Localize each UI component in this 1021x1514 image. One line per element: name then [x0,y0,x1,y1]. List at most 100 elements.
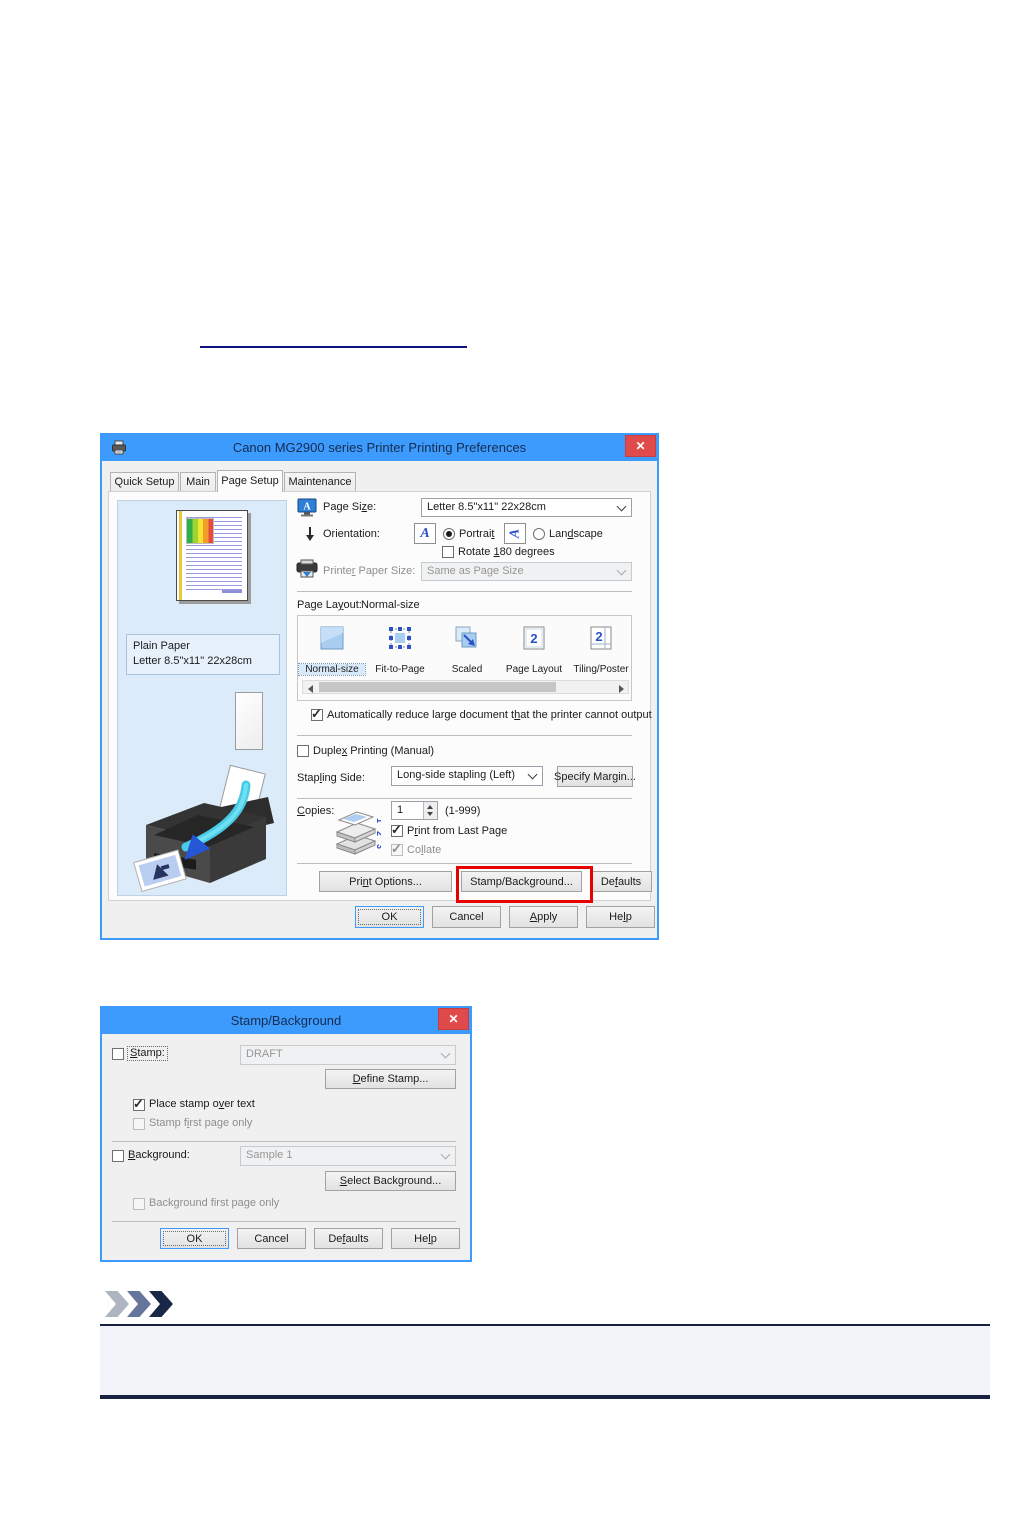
paper-sheet-icon [235,692,263,750]
spin-down-icon[interactable] [427,812,433,816]
tab-main[interactable]: Main [180,472,216,491]
layout-option-tiling-poster[interactable]: 2 Tiling/Poster [568,624,634,675]
portrait-radio[interactable] [443,528,455,540]
spin-up-icon[interactable] [427,805,433,809]
print-options-button[interactable]: Pri n t Options... [319,871,452,892]
select-background-button[interactable]: Select Background... [325,1171,456,1191]
background-label: Background: [128,1149,190,1161]
media-info-box: Plain Paper Letter 8.5"x11" 22x28cm [126,634,280,675]
stamp-background-dialog: Stamp/Background ✕ Stamp: DRAFT Define S… [100,1006,472,1262]
layout-option-fit-to-page[interactable]: Fit-to-Page [367,624,433,675]
cancel-button[interactable]: Cancel [237,1228,306,1249]
stamp-background-button[interactable]: Stamp/Back g round... [461,871,582,892]
note-chevron-2 [127,1291,151,1317]
stapling-side-select[interactable]: Long-side stapling (Left) [391,766,543,786]
chevron-down-icon [616,501,627,511]
close-icon[interactable]: ✕ [625,435,656,457]
dialog-title: Canon MG2900 series Printer Printing Pre… [232,440,527,455]
chevron-down-icon [440,1149,451,1160]
printer-paper-size-icon [295,559,319,579]
svg-text:A: A [303,502,311,513]
page-layout-value: Normal-size [361,599,420,611]
ok-button[interactable]: OK [355,906,424,928]
copies-label: Copies: [297,805,335,817]
dialog-titlebar[interactable]: Canon MG2900 series Printer Printing Pre… [102,435,657,461]
place-stamp-over-text-checkbox[interactable] [133,1096,145,1112]
landscape-label: Landscape [549,528,603,540]
divider [297,735,632,736]
layout-option-page-layout[interactable]: 2 Page Layout [501,624,567,675]
stamp-select: DRAFT [240,1045,456,1065]
document-page: Canon MG2900 series Printer Printing Pre… [0,0,1021,1514]
auto-reduce-checkbox[interactable] [311,706,323,722]
stamp-label: Stamp: [127,1046,168,1061]
page-layout-icon: 2 [520,624,548,652]
stapling-side-label: Stapling Side: [297,772,365,784]
page-link[interactable] [200,336,467,348]
paper-edge-strip [179,511,182,600]
paper-color-image [186,518,214,544]
auto-reduce-label: Automatically reduce large document that… [327,709,652,721]
note-chevron-3 [149,1291,173,1317]
print-last-page-label: Print from Last Page [407,825,508,837]
page-size-select[interactable]: Letter 8.5"x11" 22x28cm [421,498,632,517]
background-select: Sample 1 [240,1146,456,1166]
stamp-checkbox[interactable] [112,1048,124,1060]
stamp-first-page-checkbox [133,1118,145,1130]
define-stamp-button[interactable]: Define Stamp... [325,1069,456,1089]
svg-text:1: 1 [375,818,381,823]
collate-label: Collate [407,844,442,856]
fit-to-page-icon [386,624,414,652]
scroll-left-icon[interactable] [303,681,318,693]
page-size-label: Page Size: [323,501,377,513]
dialog-titlebar[interactable]: Stamp/Background ✕ [102,1008,470,1034]
layout-option-normal-size[interactable]: Normal-size [298,624,366,676]
background-checkbox[interactable] [112,1150,124,1162]
scrollbar-thumb[interactable] [319,682,556,692]
preview-panel: Plain Paper Letter 8.5"x11" 22x28cm [117,500,287,896]
print-last-page-checkbox[interactable] [391,822,403,838]
place-stamp-over-text-label: Place stamp over text [149,1098,255,1110]
page-size-icon: A [297,498,319,518]
specify-margin-button[interactable]: Specify Mar g in... [554,766,636,787]
page-layout-label: Page Layout: [297,599,362,611]
cancel-button[interactable]: Cancel [432,906,501,928]
ok-button[interactable]: OK [160,1228,229,1249]
stamp-first-page-label: Stamp first page only [149,1117,253,1129]
help-button[interactable]: He l p [586,906,655,928]
duplex-checkbox[interactable] [297,745,309,757]
tab-page-setup[interactable]: Page Setup [217,470,283,492]
tab-quick-setup[interactable]: Quick Setup [110,472,179,491]
svg-text:2: 2 [375,831,381,836]
layout-option-scaled[interactable]: Scaled [434,624,500,675]
media-size: Letter 8.5"x11" 22x28cm [133,655,252,667]
note-box [100,1324,990,1399]
close-icon[interactable]: ✕ [438,1008,469,1030]
chevron-down-icon [527,769,538,780]
spinner-buttons[interactable] [423,802,437,819]
note-chevron-1 [105,1291,129,1317]
printing-preferences-dialog: Canon MG2900 series Printer Printing Pre… [100,433,659,940]
layout-scrollbar[interactable] [302,680,629,694]
rotate-180-label: Rotate 180 degrees [458,546,555,558]
defaults-button[interactable]: De f aults [590,871,652,892]
printer-paper-size-label: Printer Paper Size: [323,565,416,577]
svg-text:2: 2 [595,629,602,644]
help-button[interactable]: He l p [391,1228,460,1249]
svg-text:2: 2 [530,631,537,646]
media-type: Plain Paper [133,640,190,652]
apply-button[interactable]: Apply [509,906,578,928]
printer-illustration [128,763,284,893]
background-first-page-checkbox [133,1198,145,1210]
defaults-button[interactable]: De f aults [314,1228,383,1249]
copies-stepper[interactable]: 1 [391,801,438,820]
dialog-title: Stamp/Background [230,1013,342,1028]
printer-paper-size-select: Same as Page Size [421,562,632,581]
scroll-right-icon[interactable] [613,681,628,693]
landscape-radio[interactable] [533,528,545,540]
portrait-label: Portrait [459,528,495,540]
rotate-180-checkbox[interactable] [442,546,454,558]
page-layout-selector: Normal-size Fit-to-Page Scaled 2 Page La… [297,615,632,701]
tab-maintenance[interactable]: Maintenance [284,472,356,491]
normal-size-icon [318,624,346,652]
